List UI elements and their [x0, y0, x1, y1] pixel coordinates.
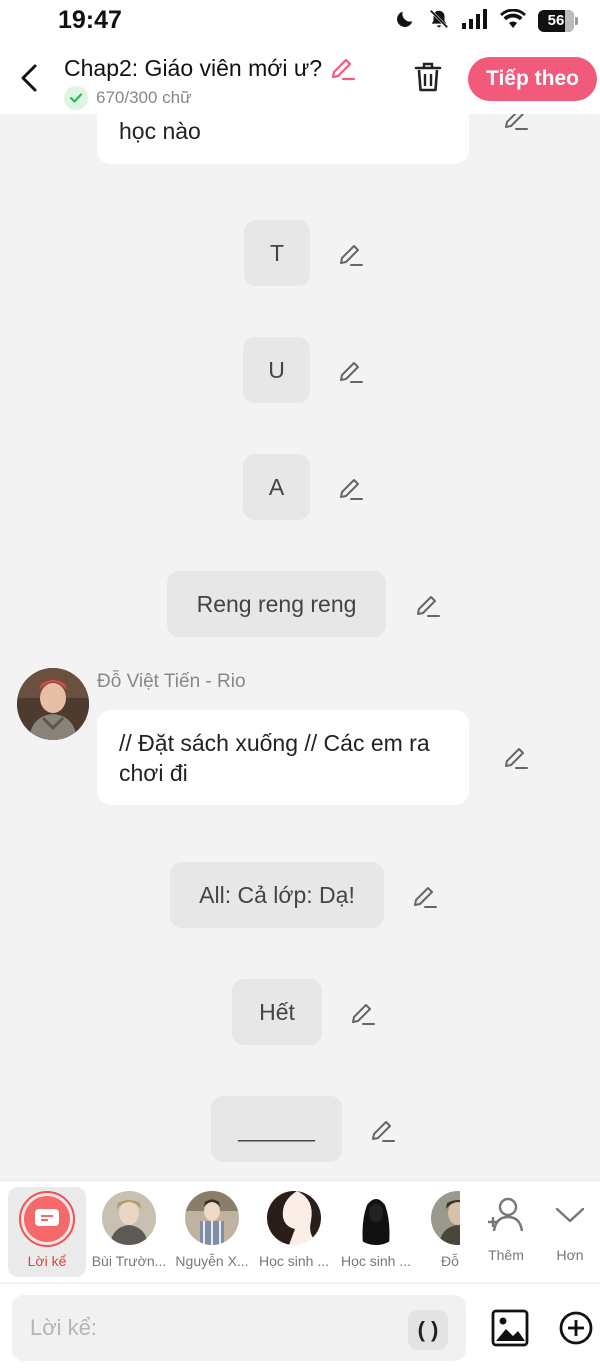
edit-title-button[interactable]	[328, 54, 356, 82]
plus-circle-icon	[559, 1311, 593, 1345]
avatar	[267, 1191, 321, 1245]
message-text: T	[269, 239, 285, 266]
add-character-button[interactable]: Thêm	[474, 1187, 538, 1277]
edit-message-button[interactable]	[413, 591, 441, 619]
status-bar: 19:47 56	[0, 0, 600, 46]
trash-icon	[414, 62, 442, 92]
avatar	[431, 1191, 460, 1245]
message-input[interactable]	[12, 1295, 466, 1361]
pencil-icon	[414, 887, 437, 908]
chevron-left-icon	[21, 64, 37, 92]
pencil-icon	[417, 596, 440, 617]
edit-message-button[interactable]	[336, 357, 364, 385]
more-button[interactable]: Hơn	[538, 1187, 600, 1277]
edit-message-button[interactable]	[501, 114, 529, 132]
character-narrator[interactable]: Lời kể	[8, 1187, 86, 1277]
edit-message-button[interactable]	[336, 240, 364, 268]
insert-image-button[interactable]	[490, 1308, 530, 1348]
avatar	[185, 1191, 239, 1245]
title-row: Chap2: Giáo viên mới ư?	[64, 54, 356, 82]
message-text: Hết	[259, 998, 295, 1025]
next-button[interactable]: Tiếp theo	[468, 57, 597, 101]
pencil-icon	[505, 748, 528, 769]
character-bar: Lời kể Bùi Trườn... Nguyễn X... Học sinh…	[0, 1180, 600, 1282]
character-label: Đỗ Vi	[441, 1253, 460, 1269]
character-item[interactable]: Học sinh ...	[253, 1187, 335, 1277]
battery-icon: 56	[538, 10, 578, 32]
header: Chap2: Giáo viên mới ư? 670/300 chữ Tiếp…	[0, 46, 600, 114]
avatar	[349, 1191, 403, 1245]
status-icons: 56	[394, 8, 578, 35]
narration-bubble[interactable]: Reng reng reng	[167, 571, 386, 637]
avatar	[102, 1191, 156, 1245]
parentheses-button[interactable]: ( )	[408, 1310, 448, 1350]
speech-bubble[interactable]: // Đặt sách xuống // Các em ra chơi đi	[97, 710, 469, 805]
pencil-icon	[340, 479, 363, 500]
message-text: học nào	[119, 118, 201, 144]
wifi-icon	[500, 8, 526, 34]
more-label: Hơn	[556, 1247, 584, 1263]
edit-message-button[interactable]	[368, 1116, 396, 1144]
input-bar: ( )	[0, 1283, 600, 1368]
narration-bubble[interactable]: U	[243, 337, 310, 403]
avatar[interactable]	[17, 668, 89, 740]
pencil-icon	[505, 114, 528, 130]
speaker-name: Đỗ Việt Tiến - Rio	[97, 671, 246, 692]
character-list[interactable]: Lời kể Bùi Trườn... Nguyễn X... Học sinh…	[0, 1181, 460, 1283]
narration-bubble[interactable]: Hết	[232, 979, 322, 1045]
message-text: U	[268, 356, 285, 383]
character-item[interactable]: Bùi Trườn...	[88, 1187, 170, 1277]
narration-bubble[interactable]: All: Cả lớp: Dạ!	[170, 862, 384, 928]
moon-icon	[394, 8, 416, 35]
pencil-icon	[331, 58, 356, 81]
character-label: Học sinh ...	[340, 1253, 412, 1269]
pencil-icon	[340, 362, 363, 383]
word-count-row: 670/300 chữ	[64, 86, 192, 110]
add-button[interactable]	[556, 1308, 596, 1348]
message-text: All: Cả lớp: Dạ!	[199, 881, 355, 908]
character-item[interactable]: Đỗ Vi	[417, 1187, 460, 1277]
character-label: Lời kể	[27, 1253, 67, 1269]
message-text: // Đặt sách xuống // Các em ra chơi đi	[119, 730, 430, 786]
signal-icon	[462, 8, 488, 34]
character-item[interactable]: Nguyễn X...	[171, 1187, 253, 1277]
character-item[interactable]: Học sinh ...	[335, 1187, 417, 1277]
image-icon	[491, 1309, 529, 1347]
chapter-title: Chap2: Giáo viên mới ư?	[64, 54, 323, 81]
check-icon	[64, 86, 88, 110]
speech-bubble[interactable]: học nào	[97, 114, 469, 164]
character-label: Học sinh ...	[258, 1253, 330, 1269]
word-count: 670/300 chữ	[96, 88, 192, 107]
edit-message-button[interactable]	[410, 882, 438, 910]
character-label: Bùi Trườn...	[91, 1253, 167, 1269]
message-text: A	[268, 473, 285, 500]
message-text: ______	[238, 1115, 315, 1142]
edit-message-button[interactable]	[336, 474, 364, 502]
edit-message-button[interactable]	[348, 999, 376, 1027]
add-user-icon	[486, 1195, 526, 1235]
narrator-icon	[19, 1191, 75, 1247]
pencil-icon	[372, 1121, 395, 1142]
pencil-icon	[352, 1004, 375, 1025]
narration-bubble[interactable]: ______	[211, 1096, 342, 1162]
delete-button[interactable]	[412, 60, 444, 94]
add-character-label: Thêm	[488, 1247, 524, 1263]
pencil-icon	[340, 245, 363, 266]
edit-message-button[interactable]	[501, 743, 529, 771]
back-button[interactable]	[14, 60, 44, 96]
bell-off-icon	[428, 8, 450, 35]
status-time: 19:47	[58, 6, 122, 34]
message-text: Reng reng reng	[196, 590, 357, 617]
narration-bubble[interactable]: A	[243, 454, 310, 520]
narration-bubble[interactable]: T	[244, 220, 310, 286]
chat-area[interactable]: học nào T U A Reng reng reng Đỗ Việt Tiế…	[0, 114, 600, 1180]
chevron-down-icon	[550, 1195, 590, 1235]
character-label: Nguyễn X...	[175, 1253, 249, 1269]
